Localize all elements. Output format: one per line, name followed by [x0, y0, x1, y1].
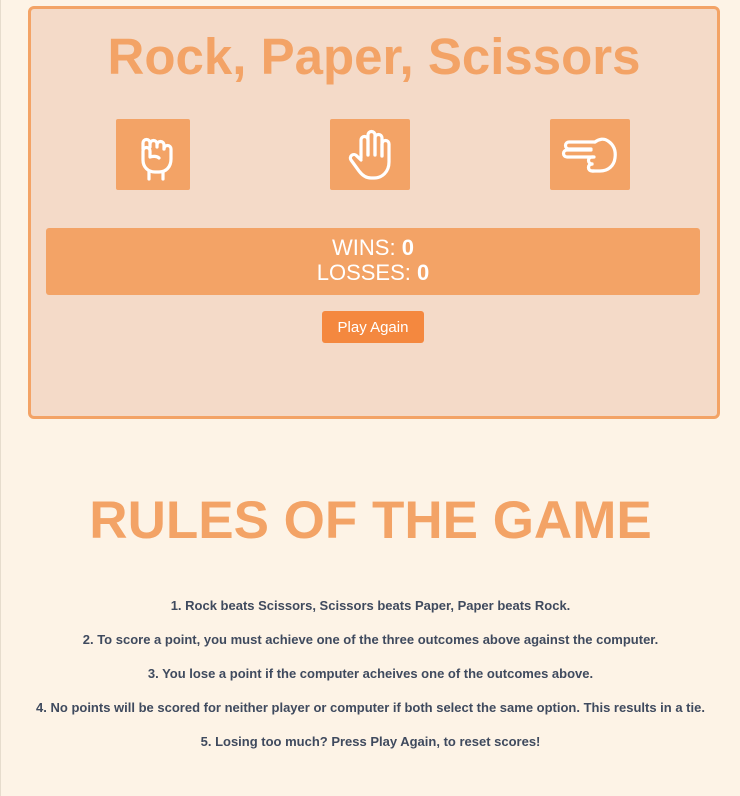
score-board: WINS: 0 LOSSES: 0: [46, 228, 700, 295]
rock-button[interactable]: [116, 119, 190, 190]
rules-title: RULES OF THE GAME: [89, 491, 652, 550]
rule-item: 3. You lose a point if the computer ache…: [147, 666, 594, 681]
hand-fist-icon: [129, 129, 177, 181]
losses-count: 0: [417, 260, 430, 285]
paper-button[interactable]: [330, 119, 410, 190]
losses-label: LOSSES:: [316, 260, 418, 285]
losses-line: LOSSES: 0: [46, 260, 700, 285]
rule-item: 1. Rock beats Scissors, Scissors beats P…: [170, 598, 571, 613]
rule-item: 5. Losing too much? Press Play Again, to…: [200, 734, 541, 749]
play-again-button[interactable]: Play Again: [322, 311, 424, 343]
wins-count: 0: [401, 235, 414, 260]
wins-line: WINS: 0: [46, 235, 700, 260]
hand-scissors-icon: [561, 133, 619, 177]
game-title: Rock, Paper, Scissors: [107, 28, 641, 85]
rule-item: 2. To score a point, you must achieve on…: [82, 632, 659, 647]
rules-list: 1. Rock beats Scissors, Scissors beats P…: [1, 596, 740, 766]
scissors-button[interactable]: [550, 119, 630, 190]
rule-item: 4. No points will be scored for neither …: [36, 700, 705, 715]
game-panel: Rock, Paper, Scissors WINS: 0 LOSSES: 0 …: [28, 6, 720, 419]
hand-open-icon: [344, 128, 396, 182]
wins-label: WINS:: [332, 235, 402, 260]
